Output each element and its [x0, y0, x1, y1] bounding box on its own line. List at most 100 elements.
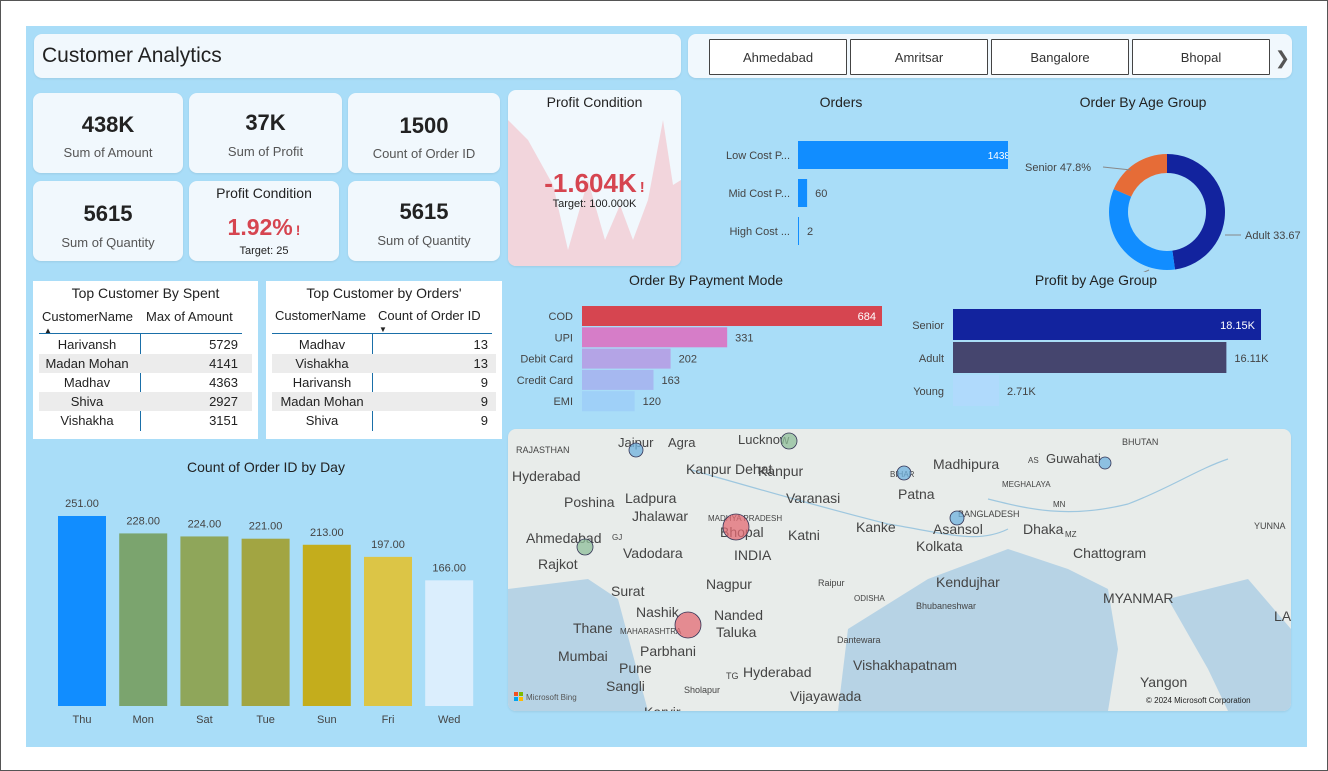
map-label: Parbhani — [640, 643, 696, 659]
bar[interactable] — [582, 327, 728, 348]
table-row[interactable]: Madhav 4363 — [39, 373, 252, 392]
customer-name-cell: Vishakha — [60, 413, 114, 428]
kpi-label: Sum of Profit — [227, 144, 304, 159]
table-row[interactable]: Madhav 13 — [272, 335, 496, 354]
map-label: Ladpura — [625, 490, 677, 506]
category-label: Low Cost P... — [726, 150, 790, 162]
bar[interactable] — [798, 141, 1008, 169]
slicer-item-ahmedabad[interactable]: Ahmedabad — [709, 39, 847, 75]
slicer-item-bhopal[interactable]: Bhopal — [1132, 39, 1270, 75]
donut-slice[interactable] — [1167, 154, 1225, 270]
table-row[interactable]: Vishakha 3151 — [39, 411, 252, 430]
value-cell: 9 — [480, 375, 488, 390]
map-label: Thane — [573, 620, 613, 636]
slicer-item-amritsar[interactable]: Amritsar — [850, 39, 988, 75]
bar[interactable] — [582, 391, 635, 412]
bar[interactable] — [180, 536, 229, 706]
age-donut-title: Order By Age Group — [1079, 94, 1207, 110]
category-label: Credit Card — [517, 375, 573, 387]
bar[interactable] — [241, 538, 290, 706]
bar[interactable] — [58, 516, 106, 706]
map-label: Bhubaneshwar — [916, 601, 976, 611]
table-row[interactable]: Vishakha 13 — [272, 354, 496, 373]
bar[interactable] — [798, 217, 799, 245]
map-label: RAJASTHAN — [516, 445, 570, 455]
kpi-card-orders: 1500 Count of Order ID — [348, 93, 500, 173]
kpi-label: Sum of Amount — [63, 145, 153, 160]
orders-chart-title: Orders — [819, 94, 863, 110]
city-slicer[interactable]: Ahmedabad Amritsar Bangalore Bhopal ❯ — [688, 34, 1292, 78]
map-label: Nagpur — [706, 576, 752, 592]
category-label: Senior — [912, 320, 944, 332]
slice-label: Adult 33.67% — [1245, 230, 1301, 242]
donut-slice[interactable] — [1113, 154, 1167, 197]
table-row[interactable]: Harivansh 9 — [272, 373, 496, 392]
profit-age-bar-chart: Senior 18.15K Adult 16.11K Young 2.71K — [912, 309, 1269, 406]
map-copyright: © 2024 Microsoft Corporation — [1146, 696, 1251, 705]
table-row[interactable]: Shiva 9 — [272, 411, 496, 430]
data-label: 213.00 — [310, 527, 344, 539]
orders-map[interactable]: RAJASTHAN Jaipur Agra Lucknow Hyderabad Kanpu… — [508, 429, 1291, 711]
bar[interactable] — [953, 375, 999, 406]
bar[interactable] — [953, 309, 1261, 340]
bar[interactable] — [119, 533, 168, 706]
map-label: Varanasi — [786, 490, 840, 506]
customer-name-cell: Shiva — [305, 413, 339, 428]
column-header-customer[interactable]: CustomerName — [275, 308, 366, 323]
bar[interactable] — [582, 348, 671, 369]
map-bubble[interactable] — [780, 432, 798, 450]
card-title: Profit Condition — [216, 185, 312, 201]
column-header-count[interactable]: Count of Order ID — [378, 308, 481, 323]
column-header-amount[interactable]: Max of Amount — [146, 309, 233, 324]
customer-name-cell: Harivansh — [292, 375, 352, 390]
slicer-item-bangalore[interactable]: Bangalore — [991, 39, 1129, 75]
bar[interactable] — [798, 179, 808, 207]
map-label: Hyderabad — [512, 468, 581, 484]
map-label: TG — [726, 671, 739, 681]
header-divider — [272, 333, 492, 334]
map-label: Madhipura — [933, 456, 999, 472]
column-header-customer[interactable]: CustomerName — [42, 309, 133, 324]
bar[interactable] — [582, 369, 654, 390]
kpi-value: 1500 — [399, 113, 449, 138]
donut-slice[interactable] — [1109, 189, 1175, 270]
value-cell: 9 — [480, 394, 488, 409]
chevron-right-icon[interactable]: ❯ — [1275, 48, 1290, 69]
top-customer-orders-table: Top Customer by Orders' CustomerName Cou… — [266, 281, 502, 439]
map-bubble[interactable] — [674, 611, 702, 639]
map-label: Chattogram — [1073, 545, 1146, 561]
map-label: INDIA — [734, 547, 772, 563]
bar[interactable] — [425, 580, 474, 706]
data-label: 684 — [858, 311, 876, 323]
map-label: Kolkata — [916, 538, 963, 554]
map-bubble[interactable] — [628, 442, 644, 458]
report-frame: Customer Analytics Ahmedabad Amritsar Ba… — [0, 0, 1328, 771]
map-label: Kanpur — [758, 463, 803, 479]
data-label: 197.00 — [371, 539, 405, 551]
table-row[interactable]: Harivansh 5729 — [39, 335, 252, 354]
map-label: Surat — [611, 583, 645, 599]
map-bubble[interactable] — [576, 538, 594, 556]
map-bubble[interactable] — [896, 465, 912, 481]
table-row[interactable]: Madan Mohan 9 — [272, 392, 496, 411]
kpi-card-amount: 438K Sum of Amount — [33, 93, 183, 173]
map-bubble[interactable] — [1098, 456, 1112, 470]
table-row[interactable]: Shiva 2927 — [39, 392, 252, 411]
payment-bar-chart: COD 684 UPI 331 Debit Card 202 Credit Card 163 E… — [517, 306, 882, 412]
bar[interactable] — [364, 556, 412, 706]
map-attribution: Microsoft Bing — [526, 693, 577, 702]
data-label: 120 — [643, 396, 661, 408]
table-row[interactable]: Madan Mohan 4141 — [39, 354, 252, 373]
kpi-value: 438K — [81, 112, 135, 137]
bar[interactable] — [953, 342, 1227, 373]
profit-condition-value: -1.604K! — [544, 168, 645, 198]
profit-condition-value: 1.92%! — [227, 214, 301, 240]
bar[interactable] — [302, 544, 351, 706]
bar[interactable] — [582, 306, 882, 326]
kpi-card-profit: 37K Sum of Profit — [189, 93, 342, 173]
data-label: 331 — [735, 332, 753, 344]
data-label: 18.15K — [1220, 320, 1256, 332]
map-bubble[interactable] — [722, 513, 750, 541]
day-bar-chart: 251.00 Thu 228.00 Mon 224.00 Sat 221.00 Tue 213.… — [58, 498, 474, 726]
map-bubble[interactable] — [949, 510, 965, 526]
